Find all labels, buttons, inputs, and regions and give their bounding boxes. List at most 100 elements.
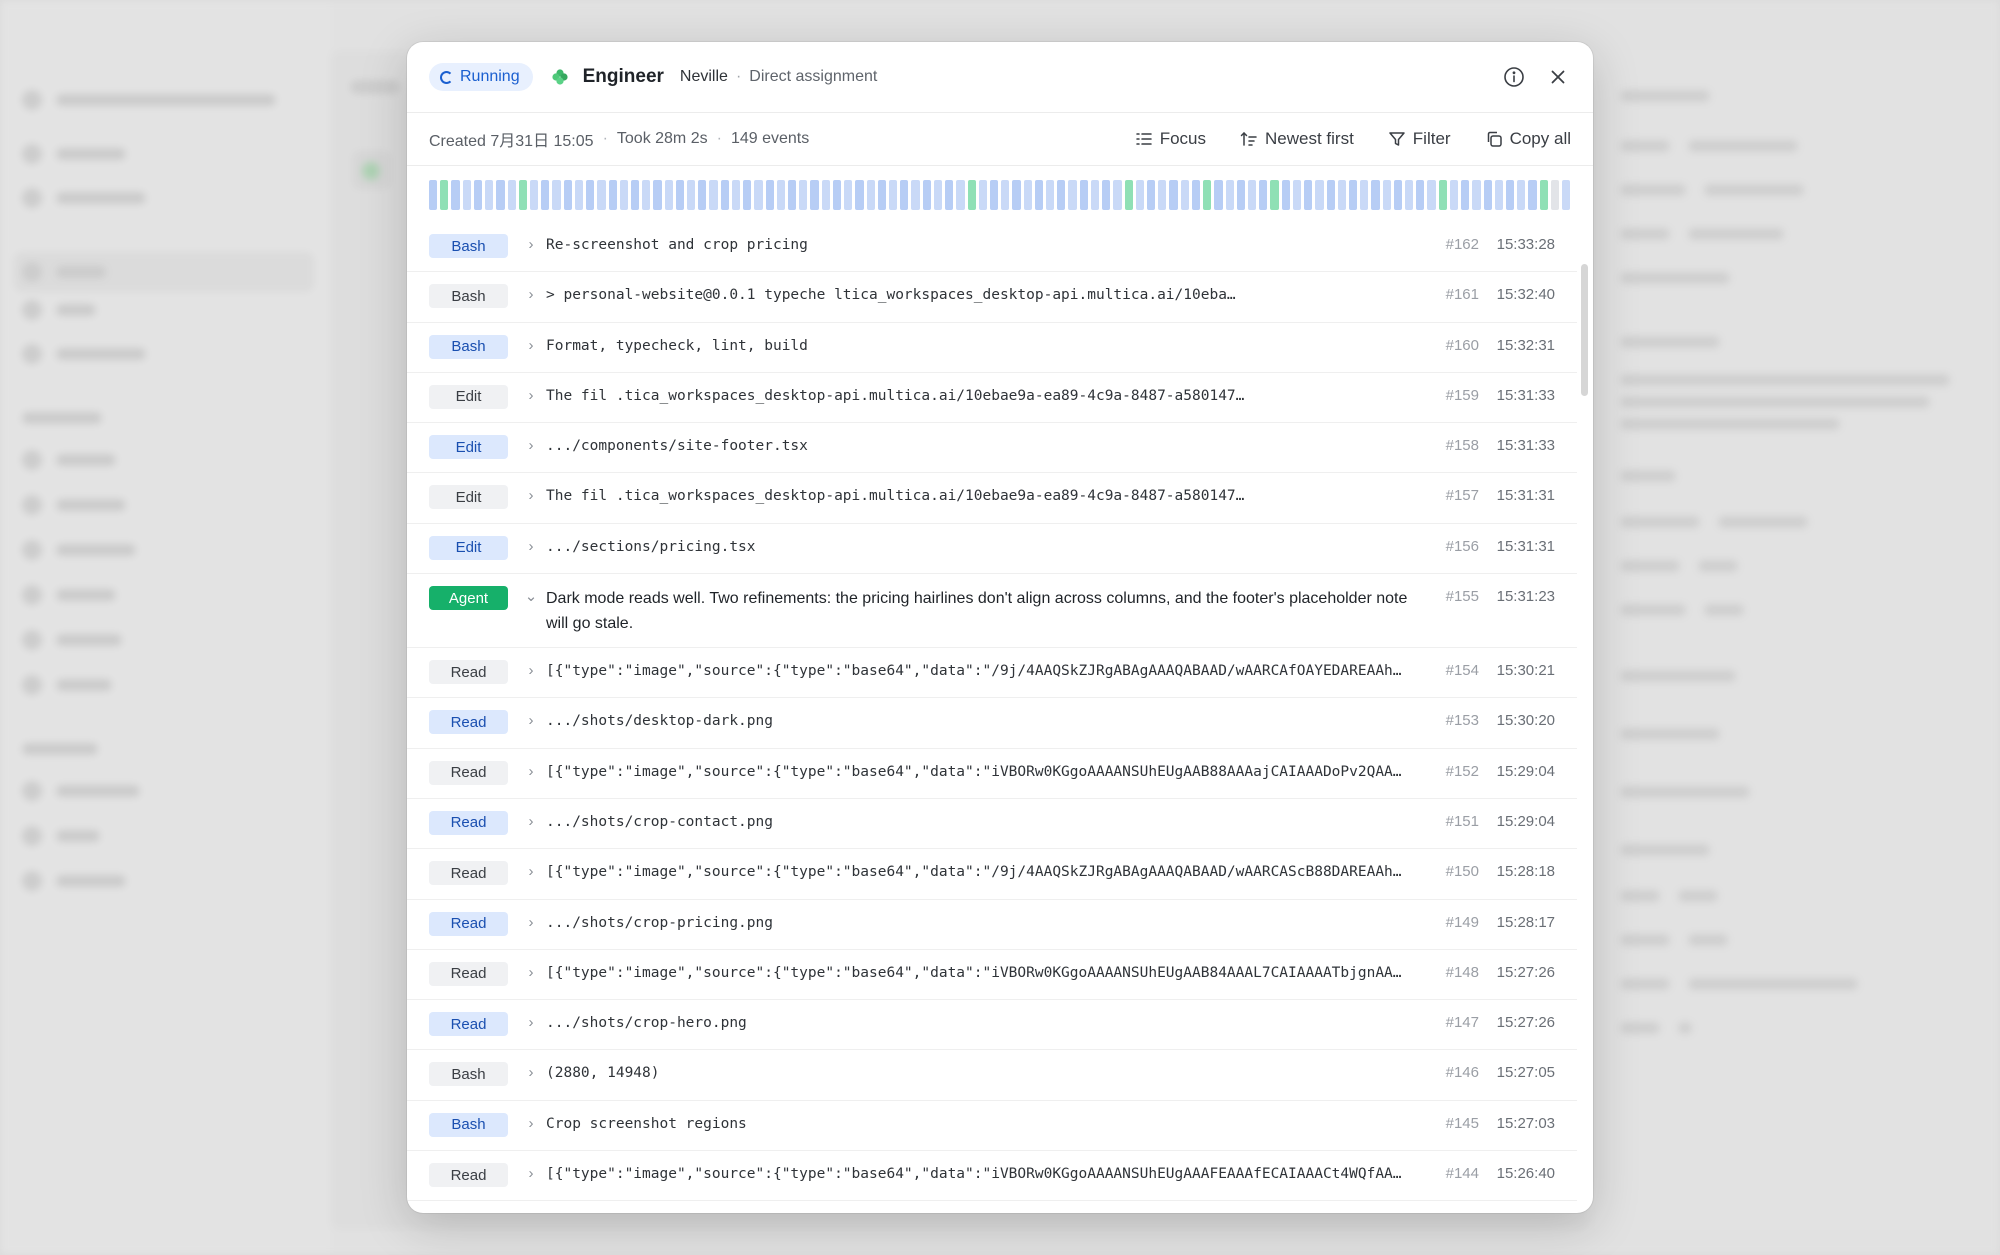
timeline-tick[interactable] [1517, 180, 1526, 210]
timeline-tick[interactable] [978, 180, 987, 210]
timeline-tick[interactable] [1304, 180, 1313, 210]
timeline-tick[interactable] [1506, 180, 1515, 210]
timeline-tick[interactable] [1315, 180, 1324, 210]
timeline-tick[interactable] [1247, 180, 1257, 210]
chevron-right-icon[interactable]: › [520, 435, 542, 457]
timeline-tick[interactable] [855, 180, 864, 210]
event-timeline[interactable] [429, 180, 1571, 210]
timeline-tick[interactable] [1472, 180, 1481, 210]
timeline-tick[interactable] [1012, 180, 1021, 210]
chevron-right-icon[interactable]: › [520, 710, 542, 732]
timeline-tick[interactable] [1225, 180, 1234, 210]
timeline-tick[interactable] [574, 180, 584, 210]
chevron-right-icon[interactable]: › [520, 1062, 542, 1084]
event-row[interactable]: Read › .../shots/crop-contact.png #151 15:29… [407, 799, 1577, 850]
timeline-tick[interactable] [743, 180, 752, 210]
chevron-right-icon[interactable]: › [520, 1012, 542, 1034]
event-row[interactable]: Read › .../shots/crop-hero.png #147 15:27:26 [407, 1000, 1577, 1051]
timeline-tick[interactable] [1135, 180, 1144, 210]
timeline-tick[interactable] [1169, 180, 1178, 210]
chevron-down-icon[interactable]: ⌄ [520, 586, 542, 608]
chevron-right-icon[interactable]: › [520, 1113, 542, 1135]
timeline-tick[interactable] [956, 180, 965, 210]
chevron-right-icon[interactable]: › [520, 234, 542, 256]
chevron-right-icon[interactable]: › [520, 912, 542, 934]
timeline-tick[interactable] [810, 180, 819, 210]
timeline-tick[interactable] [720, 180, 729, 210]
timeline-tick[interactable] [1461, 180, 1470, 210]
timeline-tick[interactable] [1124, 180, 1133, 210]
timeline-tick[interactable] [1292, 180, 1302, 210]
event-row[interactable]: Read › [{"type":"image","source":{"type":"… [407, 1151, 1577, 1202]
copy-all-button[interactable]: Copy all [1485, 129, 1571, 149]
event-row[interactable]: Agent ⌄ Dark mode reads well. Two refineme… [407, 574, 1577, 649]
event-row[interactable]: Read › [{"type":"image","source":{"type":"… [407, 849, 1577, 900]
chevron-right-icon[interactable]: › [520, 811, 542, 833]
filter-button[interactable]: Filter [1388, 129, 1451, 149]
timeline-tick[interactable] [1405, 180, 1414, 210]
timeline-tick[interactable] [1236, 180, 1245, 210]
timeline-tick[interactable] [967, 180, 976, 210]
event-row[interactable]: Bash › Crop screenshot regions #145 15:27:03 [407, 1101, 1577, 1152]
timeline-tick[interactable] [529, 180, 539, 210]
timeline-tick[interactable] [1180, 180, 1189, 210]
timeline-tick[interactable] [1102, 180, 1111, 210]
chevron-right-icon[interactable]: › [520, 284, 542, 306]
timeline-tick[interactable] [1147, 180, 1156, 210]
timeline-tick[interactable] [518, 180, 527, 210]
timeline-tick[interactable] [586, 180, 595, 210]
timeline-tick[interactable] [1068, 180, 1077, 210]
timeline-tick[interactable] [698, 180, 707, 210]
timeline-tick[interactable] [541, 180, 550, 210]
timeline-tick[interactable] [866, 180, 875, 210]
event-row[interactable]: Edit › The fil .tica_workspaces_desktop-ap… [407, 373, 1577, 424]
timeline-tick[interactable] [776, 180, 785, 210]
chevron-right-icon[interactable]: › [520, 485, 542, 507]
event-row[interactable]: Read › [{"type":"image","source":{"type":"… [407, 950, 1577, 1001]
timeline-tick[interactable] [1494, 180, 1503, 210]
timeline-tick[interactable] [1550, 180, 1560, 210]
timeline-tick[interactable] [1371, 180, 1380, 210]
timeline-tick[interactable] [496, 180, 505, 210]
timeline-tick[interactable] [1483, 180, 1492, 210]
event-row[interactable]: Read › [{"type":"image","source":{"type":"… [407, 648, 1577, 699]
timeline-tick[interactable] [788, 180, 797, 210]
chevron-right-icon[interactable]: › [520, 385, 542, 407]
timeline-tick[interactable] [821, 180, 830, 210]
sort-button[interactable]: Newest first [1240, 129, 1354, 149]
timeline-tick[interactable] [945, 180, 954, 210]
timeline-tick[interactable] [1046, 180, 1055, 210]
timeline-tick[interactable] [1270, 180, 1279, 210]
timeline-tick[interactable] [429, 180, 438, 210]
timeline-tick[interactable] [1214, 180, 1223, 210]
scrollbar[interactable] [1581, 264, 1588, 396]
timeline-tick[interactable] [440, 180, 449, 210]
timeline-tick[interactable] [1528, 180, 1537, 210]
timeline-tick[interactable] [675, 180, 685, 210]
timeline-tick[interactable] [877, 180, 886, 210]
timeline-tick[interactable] [1191, 180, 1201, 210]
timeline-tick[interactable] [1360, 180, 1369, 210]
timeline-tick[interactable] [1326, 180, 1335, 210]
event-row[interactable]: Read › .../shots/desktop-dark.png #153 15:30… [407, 698, 1577, 749]
timeline-tick[interactable] [1079, 180, 1088, 210]
timeline-tick[interactable] [1337, 180, 1346, 210]
event-row[interactable]: Bash › Format, typecheck, lint, build #160 1… [407, 323, 1577, 373]
timeline-tick[interactable] [597, 180, 606, 210]
event-row[interactable]: Bash › (2880, 14948) #146 15:27:05 [407, 1050, 1577, 1101]
chevron-right-icon[interactable]: › [520, 962, 542, 984]
timeline-tick[interactable] [1449, 180, 1459, 210]
timeline-tick[interactable] [1562, 180, 1571, 210]
event-row[interactable]: Read › [{"type":"image","source":{"type":"… [407, 749, 1577, 799]
timeline-tick[interactable] [989, 180, 999, 210]
chevron-right-icon[interactable]: › [520, 536, 542, 558]
event-row[interactable]: Edit › The fil .tica_workspaces_desktop-ap… [407, 473, 1577, 524]
chevron-right-icon[interactable]: › [520, 761, 542, 783]
timeline-tick[interactable] [1416, 180, 1425, 210]
event-row[interactable]: Read › .../shots/crop-pricing.png #149 15:28… [407, 900, 1577, 950]
timeline-tick[interactable] [1113, 180, 1122, 210]
timeline-tick[interactable] [507, 180, 516, 210]
chevron-right-icon[interactable]: › [520, 861, 542, 883]
timeline-tick[interactable] [630, 180, 640, 210]
event-row[interactable]: Edit › .../components/site-footer.tsx #158 1… [407, 423, 1577, 474]
